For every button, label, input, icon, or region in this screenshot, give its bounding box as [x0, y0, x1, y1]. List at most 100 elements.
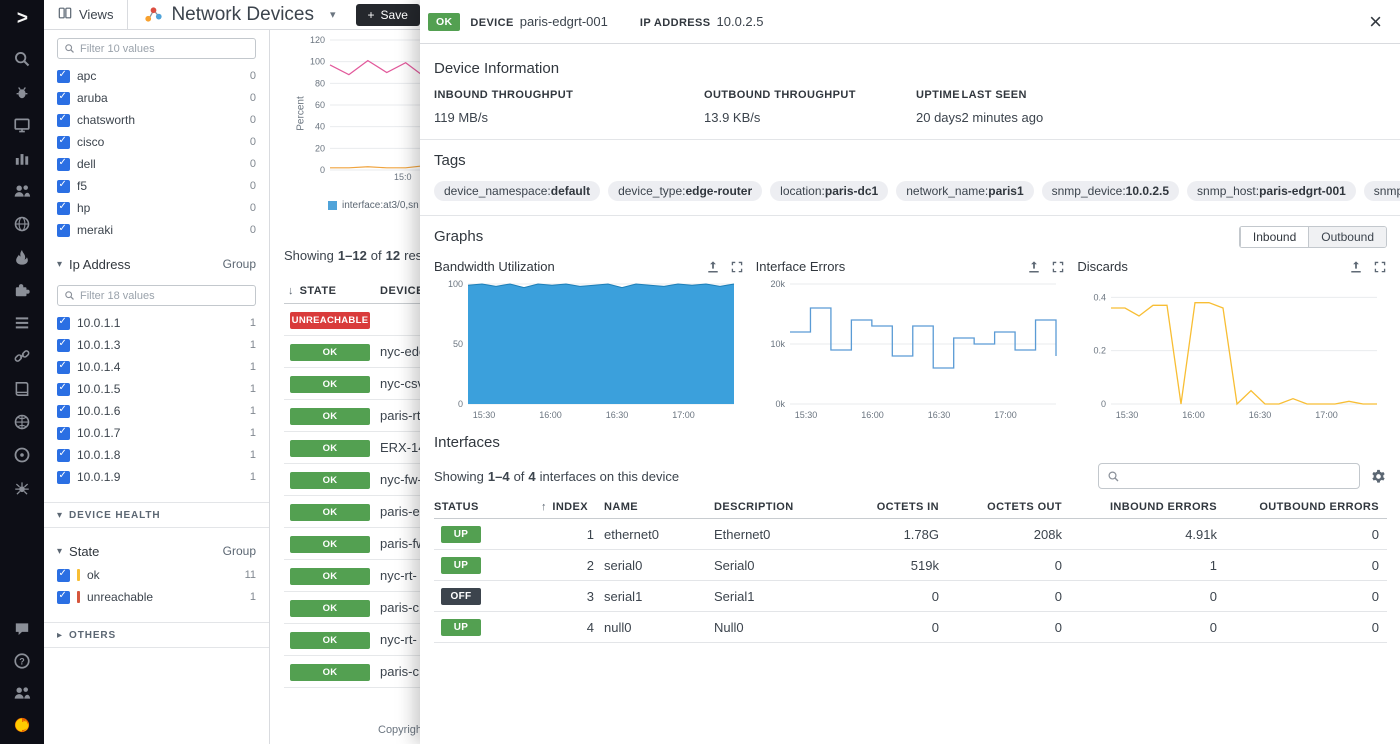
facet-row[interactable]: f5 0 — [44, 175, 269, 197]
interface-search-input[interactable] — [1126, 469, 1351, 483]
chart-legend[interactable]: interface:at3/0,sn — [328, 200, 419, 211]
chat-icon[interactable] — [13, 620, 31, 638]
users-icon[interactable] — [13, 182, 31, 200]
status-column-header[interactable]: Status — [434, 501, 539, 513]
description-column-header[interactable]: Description — [704, 501, 839, 513]
export-icon[interactable] — [1027, 260, 1041, 274]
checkbox-checked[interactable] — [57, 224, 70, 237]
name-column-header[interactable]: Name — [594, 501, 704, 513]
facet-row[interactable]: chatsworth 0 — [44, 109, 269, 131]
views-button[interactable]: Views — [44, 0, 128, 29]
app-logo[interactable]: > — [16, 8, 27, 30]
spider-icon[interactable] — [13, 479, 31, 497]
checkbox-checked[interactable] — [57, 136, 70, 149]
checkbox-checked[interactable] — [57, 591, 70, 604]
facet-row[interactable]: meraki 0 — [44, 219, 269, 241]
facet-row[interactable]: 10.0.1.3 1 — [44, 334, 269, 356]
chevron-down-icon[interactable]: ▾ — [57, 259, 62, 270]
ball-icon[interactable] — [13, 413, 31, 431]
checkbox-checked[interactable] — [57, 427, 70, 440]
toggle-option[interactable]: Outbound — [1308, 227, 1386, 247]
gear-icon[interactable] — [1370, 468, 1387, 485]
interface-search[interactable] — [1098, 463, 1360, 489]
globe-icon[interactable] — [13, 215, 31, 233]
help-icon[interactable]: ? — [13, 652, 31, 670]
checkbox-checked[interactable] — [57, 92, 70, 105]
facet-row[interactable]: 10.0.1.5 1 — [44, 378, 269, 400]
facet-row[interactable]: 10.0.1.8 1 — [44, 444, 269, 466]
group-link[interactable]: Group — [223, 257, 256, 271]
checkbox-checked[interactable] — [57, 405, 70, 418]
checkbox-checked[interactable] — [57, 569, 70, 582]
checkbox-checked[interactable] — [57, 202, 70, 215]
export-icon[interactable] — [706, 260, 720, 274]
facet-row[interactable]: cisco 0 — [44, 131, 269, 153]
vendor-filter-input[interactable] — [80, 43, 249, 55]
save-button[interactable]: + Save — [356, 4, 420, 26]
octets-in-column-header[interactable]: Octets In — [839, 501, 939, 513]
plus-icon: + — [368, 8, 375, 22]
state-facet-row[interactable]: unreachable 1 — [44, 586, 269, 608]
ip-filter-search[interactable] — [57, 285, 256, 306]
group-link[interactable]: Group — [223, 544, 256, 558]
bug-icon[interactable] — [13, 83, 31, 101]
facet-row[interactable]: apc 0 — [44, 65, 269, 87]
expand-icon[interactable] — [1373, 260, 1387, 274]
facet-row[interactable]: 10.0.1.7 1 — [44, 422, 269, 444]
disc-icon[interactable] — [13, 446, 31, 464]
list-icon[interactable] — [13, 314, 31, 332]
firefox-icon[interactable] — [13, 716, 31, 734]
toggle-option[interactable]: Inbound — [1240, 227, 1308, 247]
ip-filter-input[interactable] — [80, 290, 249, 302]
facet-row[interactable]: 10.0.1.4 1 — [44, 356, 269, 378]
expand-icon[interactable] — [1051, 260, 1065, 274]
interface-row[interactable]: UP 2 serial0 Serial0 519k 0 1 0 — [434, 550, 1387, 581]
facet-row[interactable]: 10.0.1.9 1 — [44, 466, 269, 488]
flame-icon[interactable] — [13, 248, 31, 266]
expand-icon[interactable] — [730, 260, 744, 274]
interface-row[interactable]: OFF 3 serial1 Serial1 0 0 0 0 — [434, 581, 1387, 612]
checkbox-checked[interactable] — [57, 317, 70, 330]
state-facet-row[interactable]: ok 11 — [44, 564, 269, 586]
octets-out-column-header[interactable]: Octets Out — [939, 501, 1062, 513]
checkbox-checked[interactable] — [57, 361, 70, 374]
facet-row[interactable]: 10.0.1.6 1 — [44, 400, 269, 422]
state-column-header[interactable]: ↓ State — [284, 285, 380, 297]
svg-text:40: 40 — [315, 122, 325, 132]
chevron-down-icon[interactable]: ▾ — [330, 8, 336, 21]
chevron-down-icon[interactable]: ▾ — [57, 546, 62, 557]
checkbox-checked[interactable] — [57, 158, 70, 171]
search-icon[interactable] — [13, 50, 31, 68]
inbound-errors-column-header[interactable]: Inbound Errors — [1062, 501, 1217, 513]
puzzle-icon[interactable] — [13, 281, 31, 299]
export-icon[interactable] — [1349, 260, 1363, 274]
facet-row[interactable]: aruba 0 — [44, 87, 269, 109]
facet-row[interactable]: hp 0 — [44, 197, 269, 219]
index-column-header[interactable]: ↑ Index — [539, 501, 594, 513]
checkbox-checked[interactable] — [57, 114, 70, 127]
inbound-errors-value: 0 — [1062, 589, 1217, 604]
close-button[interactable]: × — [1369, 11, 1382, 33]
checkbox-checked[interactable] — [57, 383, 70, 396]
interface-row[interactable]: UP 4 null0 Null0 0 0 0 0 — [434, 612, 1387, 643]
checkbox-checked[interactable] — [57, 70, 70, 83]
people-icon[interactable] — [13, 684, 31, 702]
interface-row[interactable]: UP 1 ethernet0 Ethernet0 1.78G 208k 4.91… — [434, 519, 1387, 550]
device-health-collapsible[interactable]: ▾ Device Health — [44, 502, 269, 528]
outbound-errors-column-header[interactable]: Outbound Errors — [1217, 501, 1387, 513]
facet-row[interactable]: 10.0.1.1 1 — [44, 312, 269, 334]
interface-description: Serial1 — [704, 589, 839, 604]
vendor-filter-search[interactable] — [57, 38, 256, 59]
checkbox-checked[interactable] — [57, 180, 70, 193]
bar-chart-icon[interactable] — [13, 149, 31, 167]
facet-count: 1 — [250, 339, 256, 351]
link-icon[interactable] — [13, 347, 31, 365]
book-icon[interactable] — [13, 380, 31, 398]
checkbox-checked[interactable] — [57, 339, 70, 352]
display-icon[interactable] — [13, 116, 31, 134]
facet-count: 1 — [250, 449, 256, 461]
checkbox-checked[interactable] — [57, 471, 70, 484]
checkbox-checked[interactable] — [57, 449, 70, 462]
others-collapsible[interactable]: ▸ Others — [44, 622, 269, 648]
facet-row[interactable]: dell 0 — [44, 153, 269, 175]
